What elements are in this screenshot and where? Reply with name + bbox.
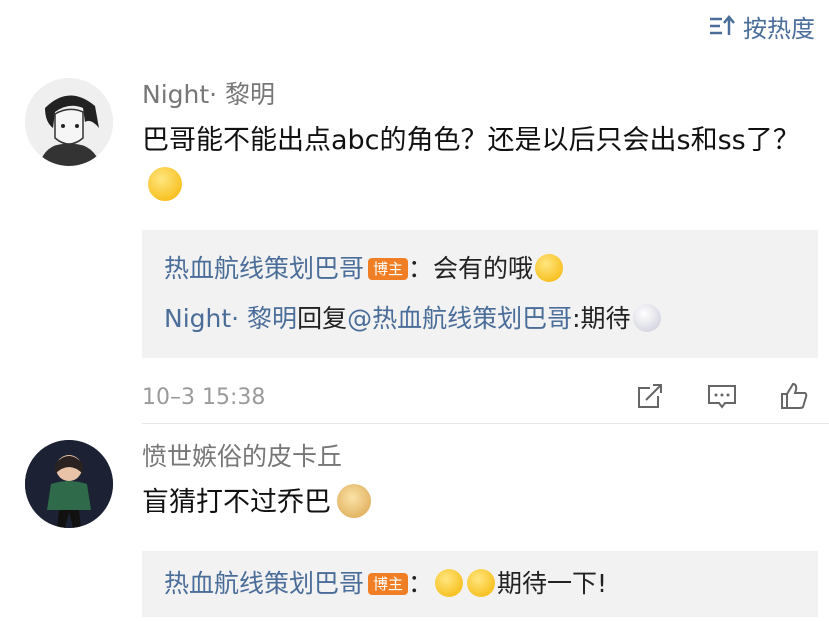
comment-icon[interactable] (706, 380, 738, 412)
reply-text: :期待 (572, 304, 631, 333)
reply-author[interactable]: 热血航线策划巴哥 (164, 569, 364, 598)
smile-emoji-icon (467, 569, 496, 597)
blogger-badge: 博主 (368, 573, 409, 595)
comment-text: 盲猜打不过乔巴 (142, 480, 802, 525)
grin-emoji-icon (535, 254, 564, 282)
reply-text: ：会有的哦 (408, 254, 534, 283)
reply-author[interactable]: 热血航线策划巴哥 (164, 254, 364, 283)
comment-time: 10–3 15:38 (142, 385, 266, 410)
reply-text-tail: 期待一下! (497, 569, 608, 598)
shush-emoji-icon (148, 167, 182, 201)
comment-username[interactable]: 愤世嫉俗的皮卡丘 (142, 440, 829, 474)
dizzy-emoji-icon (632, 304, 661, 332)
comment-actions (634, 380, 810, 412)
share-icon[interactable] (634, 380, 666, 412)
comment-text-content: 盲猜打不过乔巴 (142, 487, 331, 518)
reply-item: 热血航线策划巴哥 博主 ：会有的哦 (164, 244, 818, 294)
reply-item: 热血航线策划巴哥 博主： 期待一下! (164, 559, 818, 609)
avatar-image (25, 78, 113, 166)
sort-label: 按热度 (743, 14, 815, 43)
comment-text: 巴哥能不能出点abc的角色？还是以后只会出s和ss了？ (142, 118, 802, 208)
comment-meta: 10–3 15:38 (142, 368, 818, 428)
avatar[interactable] (25, 78, 113, 166)
reply-mention[interactable]: @热血航线策划巴哥 (347, 304, 572, 333)
reply-verb: 回复 (297, 304, 348, 333)
avatar[interactable] (25, 440, 113, 528)
doge-emoji-icon (337, 484, 371, 518)
reply-box[interactable]: 热血航线策划巴哥 博主 ：会有的哦 Night· 黎明回复@热血航线策划巴哥:期待 (142, 230, 818, 358)
avatar-image (25, 440, 113, 528)
sort-icon (710, 15, 735, 35)
comment-text-content: 巴哥能不能出点abc的角色？还是以后只会出s和ss了？ (142, 125, 800, 156)
like-icon[interactable] (778, 380, 810, 412)
blogger-badge: 博主 (368, 258, 409, 280)
reply-text: ： (408, 569, 434, 598)
reply-box[interactable]: 热血航线策划巴哥 博主： 期待一下! (142, 551, 818, 617)
reply-item: Night· 黎明回复@热血航线策划巴哥:期待 (164, 294, 818, 344)
smile-emoji-icon (435, 569, 464, 597)
reply-author[interactable]: Night· 黎明 (164, 304, 297, 333)
divider (142, 423, 829, 424)
sort-by-hot-button[interactable]: 按热度 (707, 8, 815, 44)
comment-username[interactable]: Night· 黎明 (142, 78, 829, 112)
